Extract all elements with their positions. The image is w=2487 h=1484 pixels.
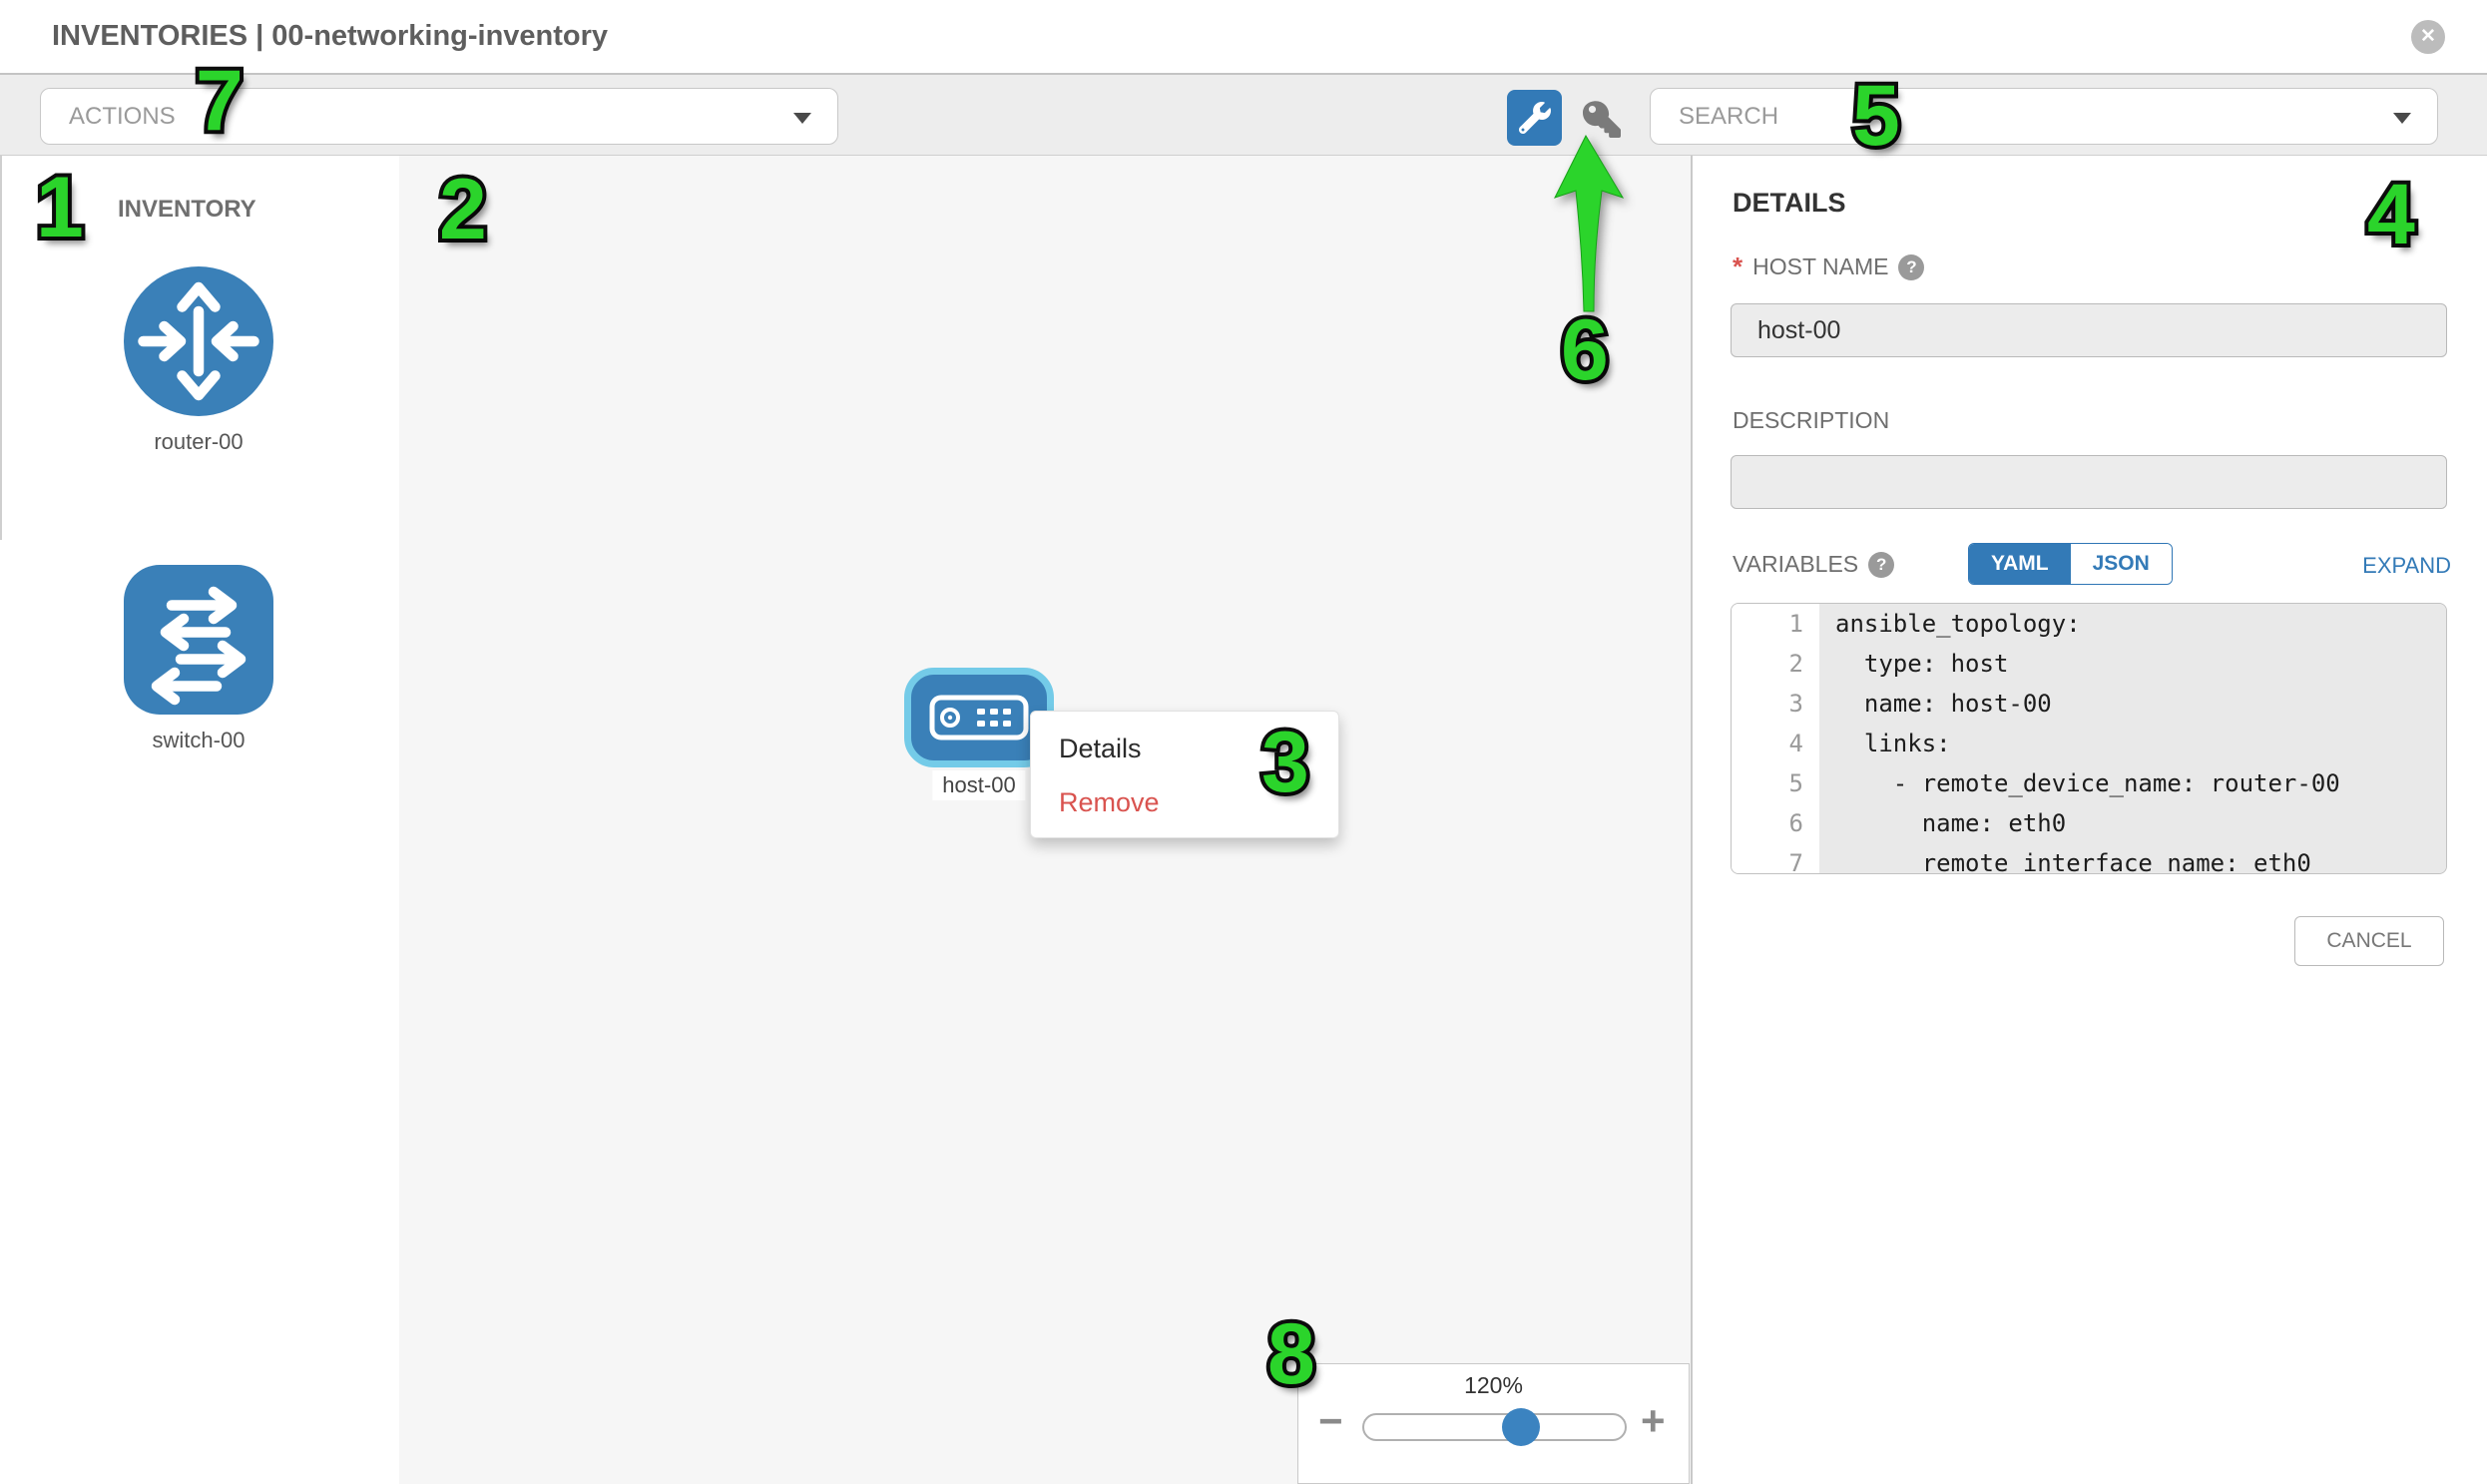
line-number: 6 [1732, 803, 1819, 843]
sidebar-item-label: switch-00 [124, 728, 273, 753]
menu-item-remove[interactable]: Remove [1031, 775, 1338, 829]
zoom-control-panel: 120% − + [1297, 1363, 1690, 1484]
host-icon [929, 695, 1029, 741]
line-text: - remote_device_name: router-00 [1819, 763, 2446, 803]
inventory-heading: INVENTORY [118, 196, 256, 224]
inventory-sidebar: INVENTORY router-00 [0, 156, 399, 1484]
zoom-in-button[interactable]: + [1641, 1400, 1666, 1442]
help-icon[interactable]: ? [1898, 254, 1924, 280]
line-text: links: [1819, 724, 2446, 763]
details-panel: DETAILS * HOST NAME ? DESCRIPTION VARIAB… [1692, 156, 2487, 1484]
line-text: name: host-00 [1819, 684, 2446, 724]
sidebar-item-label: router-00 [124, 429, 273, 455]
search-dropdown-label: SEARCH [1679, 103, 1778, 130]
zoom-slider-track[interactable] [1362, 1413, 1627, 1441]
page-header: INVENTORIES | 00-networking-inventory ✕ [0, 0, 2487, 73]
json-toggle-button[interactable]: JSON [2071, 544, 2172, 584]
description-label: DESCRIPTION [1733, 407, 1889, 434]
inventory-topology-page: { "header": { "title": "INVENTORIES | 00… [0, 0, 2487, 1484]
line-number: 4 [1732, 724, 1819, 763]
code-line: 5 - remote_device_name: router-00 [1732, 763, 2446, 803]
details-title: DETAILS [1733, 188, 1846, 219]
variables-label-row: VARIABLES ? YAML JSON EXPAND [1733, 551, 1894, 578]
cancel-button[interactable]: CANCEL [2294, 916, 2444, 966]
line-text: ansible_topology: [1819, 604, 2446, 644]
host-name-label-row: * HOST NAME ? [1733, 251, 1924, 282]
router-icon [124, 266, 273, 416]
required-marker: * [1733, 251, 1742, 282]
key-credentials-button[interactable] [1577, 95, 1627, 143]
zoom-out-button[interactable]: − [1318, 1400, 1343, 1442]
actions-dropdown[interactable]: ACTIONS [40, 88, 838, 145]
expand-link[interactable]: EXPAND [2291, 553, 2451, 579]
help-icon[interactable]: ? [1868, 552, 1894, 578]
menu-item-details[interactable]: Details [1031, 722, 1338, 775]
page-title: INVENTORIES | 00-networking-inventory [52, 20, 608, 53]
zoom-level-value: 120% [1298, 1372, 1689, 1399]
topology-canvas[interactable]: host-00 Details Remove 120% − + [399, 156, 1692, 1484]
code-line: 2 type: host [1732, 644, 2446, 684]
line-number: 1 [1732, 604, 1819, 644]
key-icon [1583, 100, 1621, 138]
line-text: name: eth0 [1819, 803, 2446, 843]
host-name-label: HOST NAME [1752, 253, 1888, 280]
actions-dropdown-label: ACTIONS [69, 103, 176, 130]
code-line: 6 name: eth0 [1732, 803, 2446, 843]
chevron-down-icon [2393, 113, 2411, 124]
sidebar-edge-divider [0, 156, 2, 540]
code-line: 1 ansible_topology: [1732, 604, 2446, 644]
code-line: 3 name: host-00 [1732, 684, 2446, 724]
line-number: 5 [1732, 763, 1819, 803]
line-number: 3 [1732, 684, 1819, 724]
host-node-label: host-00 [932, 770, 1025, 800]
node-context-menu: Details Remove [1030, 711, 1339, 838]
variables-code-editor[interactable]: 1 ansible_topology: 2 type: host 3 name:… [1731, 603, 2447, 874]
yaml-toggle-button[interactable]: YAML [1969, 544, 2071, 584]
line-number: 7 [1732, 843, 1819, 874]
code-line: 4 links: [1732, 724, 2446, 763]
line-number: 2 [1732, 644, 1819, 684]
line-text: remote_interface_name: eth0 [1819, 843, 2446, 874]
switch-icon [124, 565, 273, 715]
toolbar: ACTIONS SEARCH [0, 73, 2487, 156]
wrench-icon [1519, 102, 1551, 134]
description-field[interactable] [1731, 455, 2447, 509]
sidebar-item-router-00[interactable]: router-00 [124, 266, 273, 455]
configure-topology-button[interactable] [1507, 90, 1562, 146]
line-text: type: host [1819, 644, 2446, 684]
chevron-down-icon [793, 113, 811, 124]
sidebar-item-switch-00[interactable]: switch-00 [124, 565, 273, 753]
description-label-row: DESCRIPTION [1733, 407, 1889, 434]
close-icon[interactable]: ✕ [2411, 20, 2445, 54]
variables-label: VARIABLES [1733, 551, 1858, 578]
variables-format-toggle: YAML JSON [1968, 543, 2173, 585]
host-name-field[interactable] [1731, 303, 2447, 357]
code-line: 7 remote_interface_name: eth0 [1732, 843, 2446, 874]
zoom-slider-thumb[interactable] [1502, 1408, 1540, 1446]
search-dropdown[interactable]: SEARCH [1650, 88, 2438, 145]
